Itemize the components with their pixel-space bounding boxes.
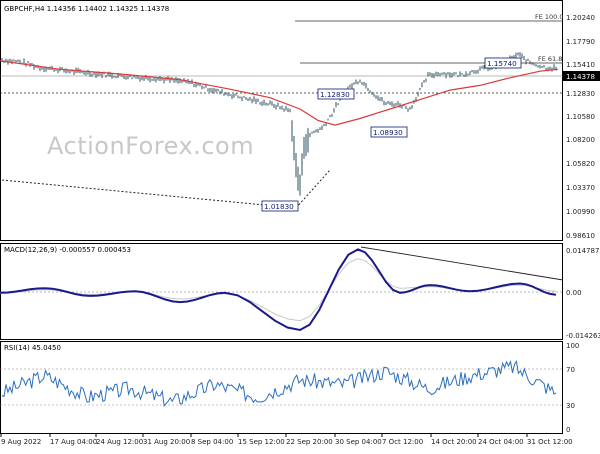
date-tick-label: 14 Oct 20:00 [431,438,477,446]
date-axis: 9 Aug 2022 17 Aug 04:0024 Aug 12:00 31 Aug… [0,434,573,446]
date-tick-label: 31 Aug 20:00 [143,438,190,446]
macd-y-tick: -0.014263 [566,332,600,340]
y-tick: 1.17790 [566,38,595,46]
date-tick-label: 7 Oct 12:00 [382,438,423,446]
rsi-pane [0,341,563,434]
date-tick-label: 17 Aug 04:00 [50,438,97,446]
date-tick-label: 9 Aug 2022 [1,438,41,446]
last-price-tag: 1.14378 [563,71,600,81]
date-tick-label: 31 Oct 12:00 [527,438,573,446]
svg-text:1.12830: 1.12830 [320,90,350,99]
date-tick-label: 24 Aug 12:00 [96,438,143,446]
date-tick-label: 30 Sep 04:00 [335,438,382,446]
annotation-108930: 1.08930 [370,126,408,138]
annotation-112830: 1.12830 [317,88,355,100]
date-tick-label: 8 Sep 04:00 [191,438,233,446]
y-tick: 0.98610 [566,232,595,240]
date-tick-label: 24 Oct 04:00 [478,438,524,446]
rsi-y-tick: 100 [566,342,579,350]
date-tick-label: 15 Sep 12:00 [238,438,285,446]
svg-text:1.14378: 1.14378 [566,73,595,81]
y-tick: 1.05820 [566,160,595,168]
fe-61-label: FE 61.8 [538,55,562,63]
annotation-high: 1.15740 [484,57,522,69]
macd-y-tick: 0.00 [566,289,582,297]
y-tick: 1.03370 [566,184,595,192]
y-tick: 1.08200 [566,136,595,144]
rsi-pane-title: RSI(14) 45.0450 [4,344,61,352]
y-tick: 1.15410 [566,61,595,69]
y-tick: 1.20240 [566,14,595,22]
y-tick: 1.00990 [566,208,595,216]
svg-text:1.08930: 1.08930 [373,128,403,137]
chart-svg: ActionForex.com GBPCHF,H4 1.14356 1.1440… [0,0,600,446]
svg-text:1.01830: 1.01830 [264,202,294,211]
rsi-y-tick: 70 [566,366,575,374]
fe-100-label: FE 100.0 [535,13,564,21]
y-tick: 1.10580 [566,113,595,121]
main-pane-title: GBPCHF,H4 1.14356 1.14402 1.14325 1.1437… [4,5,169,13]
main-y-axis: 1.20240 1.17790 1.15410 1.14378 1.12830 … [563,14,600,240]
forex-chart: ActionForex.com GBPCHF,H4 1.14356 1.1440… [0,0,600,450]
macd-pane-title: MACD(12,26,9) -0.000557 0.000453 [4,246,131,254]
annotation-low: 1.01830 [261,200,299,212]
svg-text:1.15740: 1.15740 [487,59,517,68]
macd-y-tick: 0.014787 [566,247,599,255]
date-tick-label: 22 Sep 20:00 [286,438,333,446]
rsi-y-tick: 0 [566,426,570,434]
y-tick: 1.12830 [566,90,595,98]
watermark: ActionForex.com [47,132,254,160]
rsi-y-tick: 30 [566,402,575,410]
